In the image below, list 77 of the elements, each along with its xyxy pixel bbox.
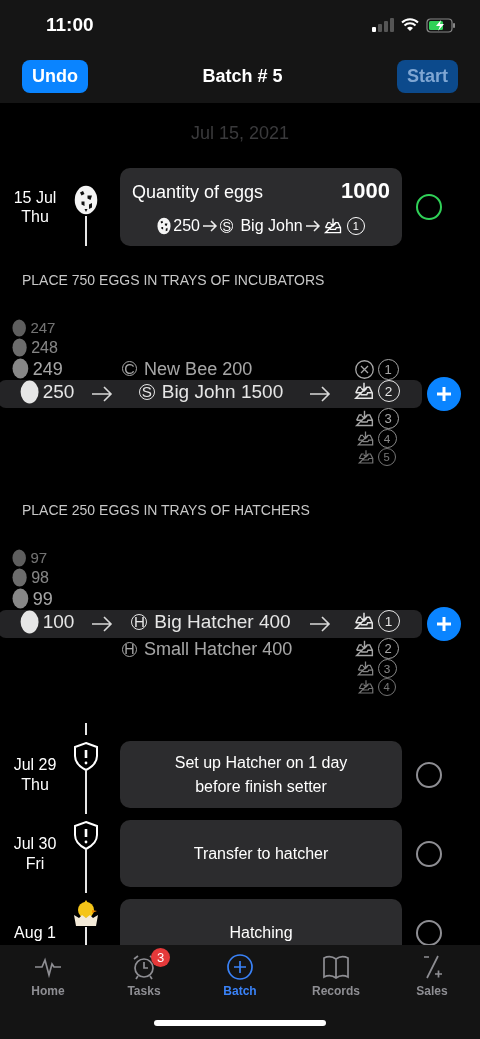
tray-icon <box>355 429 375 448</box>
egg-count-option[interactable]: 247 <box>12 318 82 338</box>
task-date: Jul 29 Thu <box>13 755 57 794</box>
add-button[interactable] <box>427 377 461 411</box>
arrow-icon <box>91 616 113 632</box>
task-card[interactable]: Transfer to hatcher <box>120 820 402 887</box>
tab-item[interactable]: Home <box>0 945 96 998</box>
tray-icon <box>356 678 375 696</box>
status-time: 11:00 <box>46 14 94 36</box>
shield-alert-icon <box>73 741 99 771</box>
date-header: Jul 15, 2021 <box>190 123 290 144</box>
event-date: 15 Jul Thu <box>13 187 57 227</box>
signal-icon <box>372 18 394 32</box>
egg-count-option[interactable]: 100 <box>19 610 75 634</box>
tray-icon <box>356 448 375 466</box>
tray-icon <box>353 408 375 429</box>
plus-circle-icon <box>226 953 254 981</box>
egg-icon <box>12 588 29 610</box>
section-title: PLACE 250 EGGS IN TRAYS OF HATCHERS <box>22 502 311 518</box>
add-button[interactable] <box>427 607 461 641</box>
tab-item[interactable]: Sales <box>384 945 480 998</box>
egg-icon <box>74 184 98 216</box>
screen-title: Batch # 5 <box>202 66 283 87</box>
machine-option[interactable]: C New Bee 200 <box>122 357 300 380</box>
egg-icon <box>12 358 29 380</box>
quantity-card[interactable]: Quantity of eggs 1000 250 S Big John 1 <box>120 168 402 246</box>
egg-count-option[interactable]: 99 <box>12 587 82 610</box>
egg-icon <box>12 338 28 357</box>
egg-count: 250 <box>173 217 200 235</box>
tab-item[interactable]: Records <box>288 945 384 998</box>
tray-icon <box>355 659 375 678</box>
battery-charging-icon <box>426 17 456 33</box>
remove-icon <box>353 359 375 380</box>
status-circle[interactable] <box>416 194 442 220</box>
machine-option[interactable]: S Big John 1500 <box>138 380 284 404</box>
tray-icon <box>352 610 375 632</box>
quantity-value: 1000 <box>341 178 390 204</box>
notification-badge: 3 <box>151 948 170 967</box>
section-title: PLACE 750 EGGS IN TRAYS OF INCUBATORS <box>22 272 326 288</box>
task-card[interactable]: Hatching <box>120 899 402 945</box>
egg-icon <box>12 549 27 568</box>
book-icon <box>322 953 350 981</box>
arrow-icon <box>309 386 331 402</box>
shield-alert-icon <box>73 820 99 850</box>
tab-item[interactable]: Batch <box>192 945 288 998</box>
machine-option[interactable]: H Small Hatcher 400 <box>122 638 300 661</box>
egg-icon <box>19 380 39 404</box>
plus-icon <box>436 386 452 402</box>
arrow-icon <box>304 220 321 232</box>
tab-item[interactable]: 3 Tasks <box>96 945 192 998</box>
egg-icon <box>19 610 39 634</box>
task-date: Jul 30 Fri <box>13 834 57 873</box>
egg-count-option[interactable]: 97 <box>12 548 82 568</box>
tray-icon <box>353 638 375 659</box>
card-title: Quantity of eggs <box>132 182 264 203</box>
setter-name: Big John <box>240 217 303 235</box>
status-circle[interactable] <box>416 840 442 867</box>
task-date: Aug 1 <box>14 922 56 943</box>
egg-icon <box>157 217 172 235</box>
egg-count-option[interactable]: 98 <box>12 567 82 588</box>
arrow-icon <box>202 220 218 232</box>
egg-count-option[interactable]: 250 <box>19 380 75 404</box>
arrow-icon <box>91 386 113 402</box>
egg-count-option[interactable]: 249 <box>12 357 82 380</box>
egg-count-option[interactable]: 248 <box>12 337 82 358</box>
task-card[interactable]: Set up Hatcher on 1 day before finish setter <box>120 741 402 808</box>
plus-icon <box>436 616 452 632</box>
arrow-icon <box>309 616 331 632</box>
machine-option[interactable]: H Big Hatcher 400 <box>131 610 291 634</box>
wifi-icon <box>401 18 419 32</box>
undo-button[interactable]: Undo <box>22 60 88 93</box>
tray-icon <box>322 216 343 236</box>
egg-icon <box>12 319 27 338</box>
status-circle[interactable] <box>416 761 442 788</box>
chick-icon <box>71 899 101 927</box>
egg-icon <box>12 568 28 587</box>
tray-icon <box>352 380 375 402</box>
